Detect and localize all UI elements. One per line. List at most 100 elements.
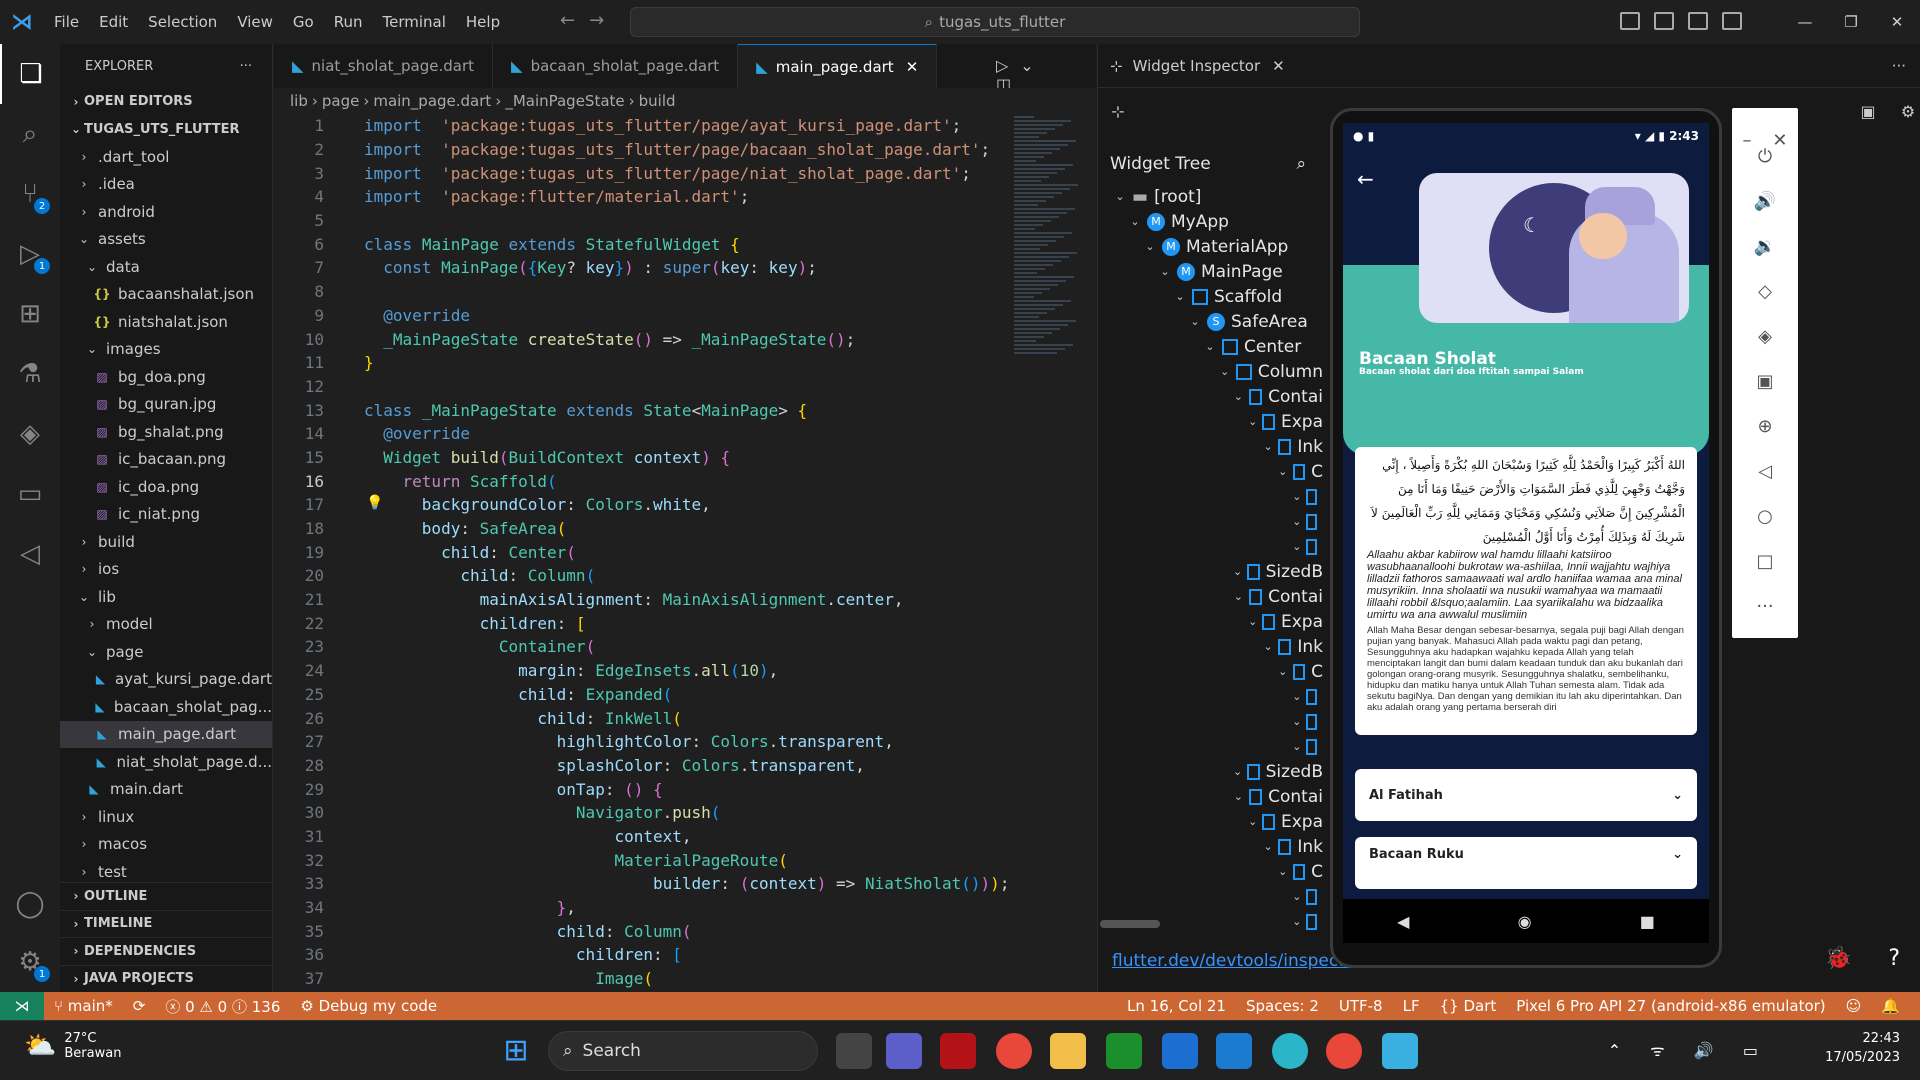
rotate-right-icon[interactable]: ◈: [1758, 314, 1772, 359]
chevron-down-icon[interactable]: ⌄: [1247, 415, 1258, 428]
xbox-icon[interactable]: [1106, 1033, 1142, 1069]
notifications-icon[interactable]: 🔔: [1881, 997, 1900, 1015]
edge-icon[interactable]: [1272, 1033, 1308, 1069]
lightbulb-icon[interactable]: 💡: [366, 495, 383, 511]
widget-tree-node[interactable]: ⌄: [1098, 534, 1323, 559]
task-view-icon[interactable]: [836, 1033, 872, 1069]
breadcrumb[interactable]: lib › page › main_page.dart › _MainPageS…: [274, 88, 1096, 114]
explorer-item[interactable]: › build: [60, 528, 272, 556]
explorer-item[interactable]: {} niatshalat.json: [60, 308, 272, 336]
explorer-item[interactable]: ⌄ data: [60, 253, 272, 281]
recents-icon[interactable]: ■: [1640, 912, 1655, 931]
windows-start-icon[interactable]: ⊞: [498, 1033, 534, 1069]
chevron-down-icon[interactable]: ⌄: [1247, 615, 1258, 628]
code-line[interactable]: 16 return Scaffold(: [274, 469, 1096, 493]
explorer-item[interactable]: ▨ ic_bacaan.png: [60, 446, 272, 474]
system-tray[interactable]: ⌃ ᯤ 🔊 ▭: [1608, 1039, 1770, 1061]
chevron-down-icon[interactable]: ⌄: [1292, 515, 1302, 528]
menu-terminal[interactable]: Terminal: [383, 13, 446, 31]
menu-go[interactable]: Go: [293, 13, 314, 31]
widget-tree-node[interactable]: ⌄: [1098, 709, 1323, 734]
code-line[interactable]: 29 onTap: () {: [274, 777, 1096, 801]
feedback-icon[interactable]: ☺: [1846, 997, 1862, 1015]
remote-icon[interactable]: ⋊: [0, 992, 44, 1020]
chevron-down-icon[interactable]: ⌄: [1292, 715, 1302, 728]
widget-tree-node[interactable]: ⌄: [1098, 484, 1323, 509]
breadcrumb-item[interactable]: lib: [290, 92, 308, 110]
layout-icon[interactable]: ▣: [1848, 93, 1888, 129]
code-line[interactable]: 21 mainAxisAlignment: MainAxisAlignment.…: [274, 588, 1096, 612]
chevron-down-icon[interactable]: ⌄: [1202, 340, 1218, 353]
widget-tree-node[interactable]: ⌄ M MaterialApp: [1098, 234, 1323, 259]
section-java-projects[interactable]: › JAVA PROJECTS: [60, 964, 272, 993]
gear-icon[interactable]: ⚙ 1: [0, 932, 60, 992]
layout-controls[interactable]: [1620, 12, 1742, 30]
camera-icon[interactable]: ▣: [1756, 359, 1773, 404]
code-line[interactable]: 17 backgroundColor: Colors.white,: [274, 493, 1096, 517]
explorer-item[interactable]: › linux: [60, 803, 272, 831]
code-line[interactable]: 12: [274, 375, 1096, 399]
source-control-icon[interactable]: ⑂ 2: [0, 164, 60, 224]
explorer-item[interactable]: ◣ ayat_kursi_page.dart: [60, 666, 272, 694]
file-explorer-icon[interactable]: [1050, 1033, 1086, 1069]
chevron-down-icon[interactable]: ⌄: [1262, 440, 1274, 453]
code-line[interactable]: 1 import 'package:tugas_uts_flutter/page/…: [274, 114, 1096, 138]
restore-icon[interactable]: ❐: [1828, 13, 1874, 31]
testing-icon[interactable]: ⚗: [0, 344, 60, 404]
app-icon[interactable]: [940, 1033, 976, 1069]
run-debug-icon[interactable]: ▷ 1: [0, 224, 60, 284]
power-icon[interactable]: ⏻: [1758, 134, 1772, 179]
chevron-down-icon[interactable]: ⌄: [1262, 840, 1274, 853]
widget-tree-node[interactable]: ⌄ Center: [1098, 334, 1323, 359]
menu-help[interactable]: Help: [466, 13, 500, 31]
section-dependencies[interactable]: › DEPENDENCIES: [60, 937, 272, 965]
explorer-item[interactable]: › .idea: [60, 171, 272, 199]
close-icon[interactable]: ✕: [1874, 13, 1920, 31]
terminal-icon[interactable]: ▭: [0, 464, 60, 524]
search-icon[interactable]: ⌕: [0, 104, 60, 164]
explorer-item[interactable]: › macos: [60, 831, 272, 859]
flutter-icon[interactable]: ◁: [0, 524, 60, 584]
code-line[interactable]: 28 splashColor: Colors.transparent,: [274, 754, 1096, 778]
chevron-down-icon[interactable]: ⌄: [1157, 265, 1173, 278]
volume-up-icon[interactable]: 🔊: [1754, 179, 1776, 224]
code-line[interactable]: 32 MaterialPageRoute(: [274, 848, 1096, 872]
tab-niat_sholat_page-dart[interactable]: ◣ niat_sholat_page.dart: [274, 44, 494, 88]
widget-tree-node[interactable]: ⌄ C: [1098, 859, 1323, 884]
language-status[interactable]: {} Dart: [1440, 997, 1497, 1015]
indent-status[interactable]: Spaces: 2: [1246, 997, 1319, 1015]
widget-tree-node[interactable]: ⌄ Scaffold: [1098, 284, 1323, 309]
python-icon[interactable]: ◈: [0, 404, 60, 464]
code-line[interactable]: 31 context,: [274, 825, 1096, 849]
chevron-down-icon[interactable]: ⌄: [1292, 540, 1302, 553]
zoom-icon[interactable]: ⊕: [1757, 404, 1772, 449]
help-icon[interactable]: ?: [1888, 946, 1900, 971]
code-line[interactable]: 37 Image(: [274, 967, 1096, 991]
code-line[interactable]: 5: [274, 209, 1096, 233]
sync-icon[interactable]: ⟳: [133, 997, 146, 1015]
close-icon[interactable]: ✕: [1272, 57, 1285, 75]
code-line[interactable]: 34 },: [274, 896, 1096, 920]
chevron-down-icon[interactable]: ⌄: [1232, 790, 1245, 803]
chevron-down-icon[interactable]: ⌄: [1127, 215, 1143, 228]
explorer-item[interactable]: {} bacaanshalat.json: [60, 281, 272, 309]
breadcrumb-item[interactable]: build: [639, 92, 676, 110]
code-line[interactable]: 25 child: Expanded(: [274, 683, 1096, 707]
section-timeline[interactable]: › TIMELINE: [60, 909, 272, 938]
code-line[interactable]: 23 Container(: [274, 635, 1096, 659]
widget-tree-node[interactable]: ⌄ ▬ [root]: [1098, 184, 1323, 209]
close-icon[interactable]: ✕: [1772, 118, 1787, 163]
chevron-down-icon[interactable]: ⌄: [1172, 290, 1188, 303]
back-icon[interactable]: ◁: [1758, 449, 1772, 494]
breadcrumb-item[interactable]: main_page.dart: [373, 92, 491, 110]
chevron-down-icon[interactable]: ⌄: [1277, 465, 1289, 478]
menu-edit[interactable]: Edit: [99, 13, 128, 31]
eol-status[interactable]: LF: [1403, 997, 1420, 1015]
chevron-down-icon[interactable]: ⌄: [1232, 765, 1243, 778]
vscode-taskbar-icon[interactable]: [1216, 1033, 1252, 1069]
code-line[interactable]: 26 child: InkWell(: [274, 706, 1096, 730]
chevron-down-icon[interactable]: ⌄: [1292, 890, 1302, 903]
volume-down-icon[interactable]: 🔉: [1754, 224, 1776, 269]
explorer-item[interactable]: › ios: [60, 556, 272, 584]
code-line[interactable]: 15 Widget build(BuildContext context) {: [274, 446, 1096, 470]
